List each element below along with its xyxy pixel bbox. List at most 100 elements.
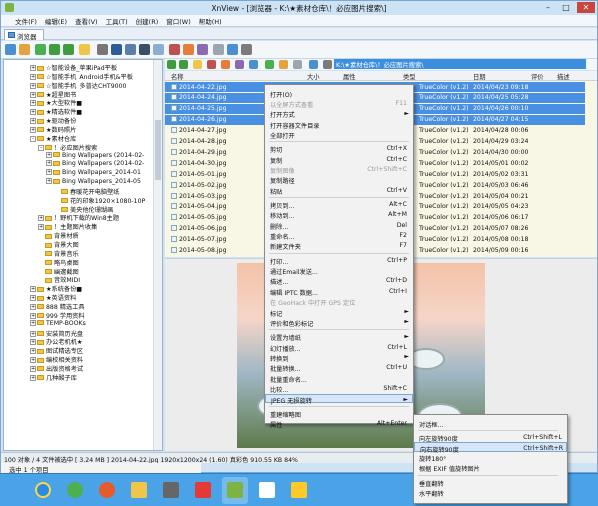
back-icon[interactable]	[49, 44, 60, 55]
maximize-button[interactable]: □	[557, 2, 575, 13]
tools-icon[interactable]	[293, 60, 302, 69]
menu-item[interactable]: 复制 Ctrl+C	[265, 154, 413, 165]
ie-icon[interactable]	[30, 477, 56, 504]
menu-item[interactable]: 重命名... F2	[265, 231, 413, 241]
forward-icon[interactable]	[63, 44, 74, 55]
filter-icon[interactable]	[207, 60, 216, 69]
expand-toggle-icon[interactable]: +	[30, 330, 36, 337]
close-button[interactable]: ✕	[577, 2, 595, 13]
nav-forward-icon[interactable]	[179, 60, 188, 69]
expand-toggle-icon[interactable]: +	[46, 178, 52, 185]
explorer-icon[interactable]	[126, 477, 152, 504]
expand-toggle-icon[interactable]: +	[30, 100, 36, 107]
menu-item[interactable]: 评价和色彩标记 ►	[265, 317, 413, 328]
menu-item[interactable]: 描述... Ctrl+D	[265, 276, 413, 286]
expand-toggle-icon[interactable]: +	[30, 319, 36, 326]
menu-item[interactable]: 打开容器文件目录	[265, 119, 413, 130]
expand-toggle-icon[interactable]: +	[30, 312, 36, 319]
menu-item[interactable]: 剪切 Ctrl+X	[265, 144, 413, 154]
rating-filter-icon[interactable]	[279, 60, 288, 69]
menu-item[interactable]: 比较... Shift+C	[265, 383, 413, 394]
paint-icon[interactable]	[190, 477, 216, 504]
menu-item[interactable]: 粘贴 Ctrl+V	[265, 185, 413, 196]
menu-create[interactable]: 创建(R)	[132, 15, 163, 26]
tab-browser[interactable]: 浏览器	[4, 29, 44, 41]
capture-icon[interactable]	[153, 44, 164, 55]
expand-toggle-icon[interactable]: -	[38, 144, 44, 151]
column-rating[interactable]: 评价	[531, 72, 544, 81]
scan-icon[interactable]	[139, 44, 150, 55]
menu-item[interactable]: 向左旋转90度 Ctrl+Shift+L	[414, 432, 567, 443]
menu-item[interactable]: 全部打开	[265, 129, 413, 140]
expand-toggle-icon[interactable]: -	[30, 135, 36, 142]
view-mode-icon[interactable]	[235, 60, 244, 69]
menu-tools[interactable]: 工具(T)	[102, 15, 132, 26]
print-icon[interactable]	[125, 44, 136, 55]
expand-toggle-icon[interactable]: +	[30, 109, 36, 116]
menu-item[interactable]: 水平翻转	[414, 487, 567, 498]
column-description[interactable]: 描述	[557, 72, 570, 81]
menu-item[interactable]: 对话框...	[414, 418, 567, 429]
nav-back-icon[interactable]	[167, 60, 176, 69]
tree-scroll-thumb[interactable]	[155, 120, 161, 180]
menu-help[interactable]: 帮助(H)	[195, 15, 226, 26]
save-icon[interactable]	[111, 44, 122, 55]
menu-edit[interactable]: 编辑(E)	[41, 15, 71, 26]
menu-item[interactable]: 根据 EXIF 值旋转图片	[414, 463, 567, 473]
expand-toggle-icon[interactable]: +	[38, 215, 44, 222]
expand-toggle-icon[interactable]: +	[30, 73, 36, 80]
xnview-taskbar-icon[interactable]	[222, 477, 248, 504]
expand-toggle-icon[interactable]: +	[30, 65, 36, 71]
expand-toggle-icon[interactable]: +	[30, 339, 36, 346]
column-size[interactable]: 大小	[307, 72, 320, 81]
menu-file[interactable]: 文件(F)	[11, 15, 41, 26]
settings-icon[interactable]	[213, 44, 224, 55]
convert-icon[interactable]	[183, 44, 194, 55]
favorite-icon[interactable]	[309, 60, 318, 69]
menu-item[interactable]: 垂直翻转	[414, 477, 567, 488]
menu-item[interactable]: JPEG 无损旋转 ►	[265, 393, 413, 405]
info-icon[interactable]	[227, 44, 238, 55]
menu-window[interactable]: 窗口(W)	[162, 15, 195, 26]
menu-item[interactable]: 旋转180°	[414, 453, 567, 463]
expand-toggle-icon[interactable]: +	[30, 374, 36, 381]
about-icon[interactable]	[241, 44, 252, 55]
expand-toggle-icon[interactable]: +	[30, 365, 36, 372]
refresh-icon[interactable]	[35, 44, 46, 55]
browse-icon[interactable]	[5, 44, 16, 55]
menu-item[interactable]: 复制路径	[265, 175, 413, 185]
pen-icon[interactable]	[158, 477, 184, 504]
menu-item[interactable]: 向右旋转90度 Ctrl+Shift+R	[414, 442, 567, 454]
notepad-icon[interactable]	[254, 477, 280, 504]
menu-item[interactable]: 标记 ►	[265, 307, 413, 318]
menu-item[interactable]: 打开方式 ►	[265, 109, 413, 120]
menu-item[interactable]: 转换到 ►	[265, 352, 413, 363]
compare-icon[interactable]	[197, 44, 208, 55]
menu-item[interactable]: 属性 Alt+Enter	[265, 419, 413, 429]
menu-item[interactable]: 批量重命名...	[265, 373, 413, 384]
menu-item[interactable]: 删除... Del	[265, 220, 413, 231]
thumbnail-size-icon[interactable]	[249, 60, 258, 69]
menu-item[interactable]: 新建文件夹 F7	[265, 241, 413, 251]
expand-toggle-icon[interactable]: +	[30, 348, 36, 355]
expand-toggle-icon[interactable]: +	[30, 126, 36, 133]
up-folder-icon[interactable]	[79, 44, 90, 55]
menu-item[interactable]: 拷贝到... Alt+C	[265, 200, 413, 210]
expand-toggle-icon[interactable]: +	[30, 303, 36, 310]
expand-toggle-icon[interactable]: +	[46, 169, 52, 176]
column-date[interactable]: 日期	[473, 72, 486, 81]
menu-item[interactable]: 编辑 IPTC 数据... Ctrl+I	[265, 286, 413, 297]
expand-toggle-icon[interactable]: +	[30, 286, 36, 293]
menu-item[interactable]: 移动到... Alt+M	[265, 210, 413, 220]
expand-toggle-icon[interactable]: +	[30, 82, 36, 89]
menu-item[interactable]: 重建缩略图	[265, 408, 413, 419]
menu-item[interactable]: 批量转换... Ctrl+U	[265, 363, 413, 373]
photo-app-icon[interactable]	[286, 477, 312, 504]
green-app-icon[interactable]	[62, 477, 88, 504]
menu-item[interactable]: 设置为墙纸 ►	[265, 332, 413, 343]
menu-item[interactable]: 打印... Ctrl+P	[265, 255, 413, 266]
refresh-view-icon[interactable]	[323, 60, 332, 69]
minimize-button[interactable]: –	[539, 2, 557, 13]
column-type[interactable]: 类型	[403, 72, 416, 81]
expand-toggle-icon[interactable]: +	[46, 151, 52, 158]
